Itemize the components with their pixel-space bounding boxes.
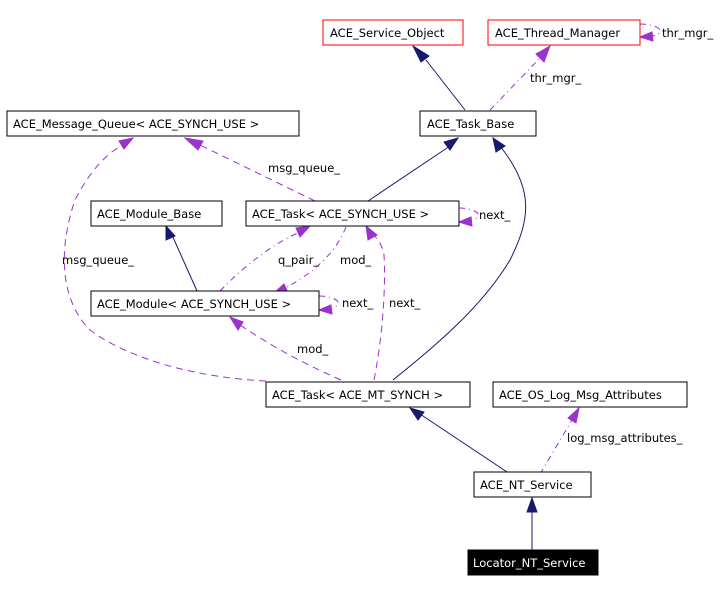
node-ace-message-queue[interactable]: ACE_Message_Queue< ACE_SYNCH_USE > — [6, 110, 300, 137]
svg-text:ACE_Message_Queue< ACE_SYNCH_U: ACE_Message_Queue< ACE_SYNCH_USE > — [13, 117, 259, 131]
edge-taskbase-serviceobject — [425, 59, 466, 111]
node-ace-module-synch-use[interactable]: ACE_Module< ACE_SYNCH_USE > — [90, 290, 320, 317]
node-ace-nt-service[interactable]: ACE_NT_Service — [473, 471, 592, 498]
svg-text:ACE_Service_Object: ACE_Service_Object — [330, 26, 445, 40]
svg-text:ACE_OS_Log_Msg_Attributes: ACE_OS_Log_Msg_Attributes — [499, 388, 662, 402]
svg-text:ACE_Task< ACE_SYNCH_USE >: ACE_Task< ACE_SYNCH_USE > — [252, 207, 429, 221]
node-locator-nt-service: Locator_NT_Service — [467, 549, 599, 576]
node-ace-os-log-msg-attributes[interactable]: ACE_OS_Log_Msg_Attributes — [492, 381, 688, 408]
edge-label-thr-mgr: thr_mgr_ — [530, 71, 582, 85]
edge-taskmt-tasksynch — [371, 233, 386, 381]
arrowhead-tasksynch-self — [457, 216, 473, 227]
edge-module-modulebase — [171, 234, 198, 292]
node-ace-task-synch-use[interactable]: ACE_Task< ACE_SYNCH_USE > — [245, 200, 460, 227]
arrowhead-threadmanager — [535, 44, 551, 63]
edge-label-log-msg-attributes: log_msg_attributes_ — [567, 431, 683, 445]
arrowhead-module-mod2 — [228, 316, 244, 331]
arrowhead-module-self — [317, 304, 333, 315]
edge-tasksynch-taskbase — [367, 145, 451, 202]
svg-text:ACE_Task< ACE_MT_SYNCH >: ACE_Task< ACE_MT_SYNCH > — [272, 388, 443, 402]
svg-text:ACE_Module_Base: ACE_Module_Base — [97, 207, 201, 221]
svg-text:ACE_Module< ACE_SYNCH_USE >: ACE_Module< ACE_SYNCH_USE > — [97, 297, 291, 311]
edge-label-next-mt: next_ — [389, 296, 420, 310]
arrowhead-tasksynch-next — [365, 224, 378, 241]
node-ace-task-mt-synch[interactable]: ACE_Task< ACE_MT_SYNCH > — [265, 381, 471, 408]
edge-label-next-task: next_ — [479, 208, 510, 222]
svg-text:ACE_NT_Service: ACE_NT_Service — [480, 478, 573, 492]
arrowhead-msgqueue-2 — [118, 137, 135, 150]
arrowhead-msgqueue-1 — [183, 137, 204, 151]
svg-text:ACE_Thread_Manager: ACE_Thread_Manager — [495, 26, 620, 40]
node-ace-thread-manager[interactable]: ACE_Thread_Manager — [487, 19, 641, 46]
edge-label-msg-queue-task: msg_queue_ — [268, 161, 340, 175]
arrowhead-threadmanager-self — [638, 31, 654, 42]
edge-ntservice-logmsg — [539, 419, 573, 475]
arrowhead-taskmt — [408, 407, 425, 421]
edge-label-mod-task: mod_ — [340, 253, 372, 267]
node-ace-task-base[interactable]: ACE_Task_Base — [419, 110, 537, 137]
node-ace-service-object[interactable]: ACE_Service_Object — [322, 19, 464, 46]
arrowhead-logmsg — [567, 406, 580, 424]
node-ace-module-base[interactable]: ACE_Module_Base — [90, 200, 223, 227]
edge-taskmt-taskbase — [392, 145, 527, 381]
edge-label-thr-mgr-self: thr_mgr_ — [662, 26, 714, 40]
svg-text:ACE_Task_Base: ACE_Task_Base — [427, 117, 514, 131]
edge-label-msg-queue-mt: msg_queue_ — [62, 253, 134, 267]
edge-label-next-module: next_ — [342, 296, 373, 310]
collaboration-diagram: thr_mgr_ thr_mgr_ msg_queue_ msg_queue_ … — [6, 19, 714, 576]
svg-text:Locator_NT_Service: Locator_NT_Service — [473, 556, 586, 570]
arrowhead-serviceobject — [411, 44, 430, 63]
arrowhead-ntservice — [526, 496, 538, 513]
arrowhead-tasksynch-qpair — [295, 225, 312, 238]
edge-label-q-pair: q_pair_ — [278, 253, 319, 267]
edge-label-mod-mt: mod_ — [297, 342, 329, 356]
edge-ntservice-taskmt — [419, 413, 511, 475]
